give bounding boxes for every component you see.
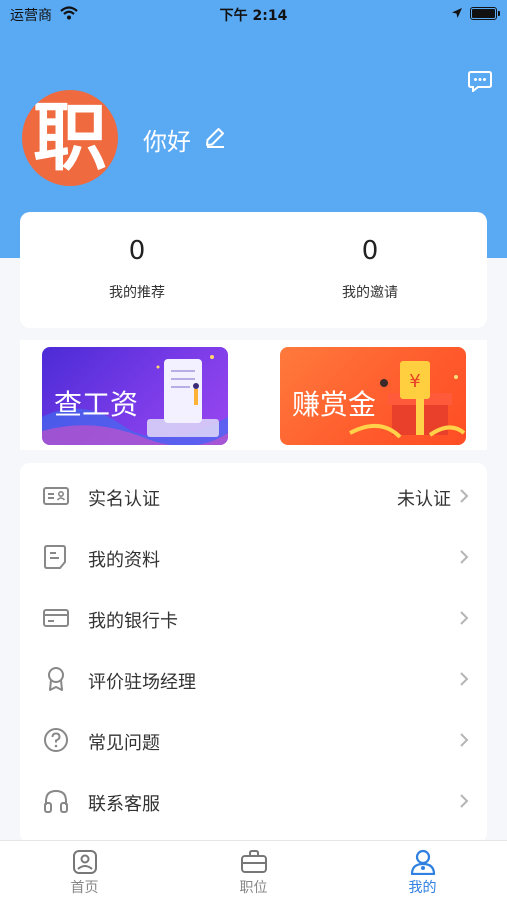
document-icon [44,545,66,569]
stats-card: 0 我的推荐 0 我的邀请 [20,212,487,328]
chevron-right-icon [460,550,469,564]
stat-invite[interactable]: 0 我的邀请 [253,212,487,302]
user-icon [410,849,436,875]
chevron-right-icon [460,611,469,625]
home-icon [73,850,97,874]
stat-recommend-value: 0 [128,236,146,266]
menu-label: 评价驻场经理 [88,672,196,693]
menu-item-bank-card[interactable]: 我的银行卡 [20,587,487,648]
status-bar: 运营商 下午 2:14 [0,0,507,28]
menu-item-real-name-auth[interactable]: 实名认证 未认证 [20,465,487,526]
auth-status-value: 未认证 [397,489,451,510]
tab-mine[interactable]: 我的 [338,841,507,900]
menu-item-contact-support[interactable]: 联系客服 [20,770,487,831]
battery-icon [470,7,500,20]
chevron-right-icon [460,794,469,808]
tab-label: 职位 [239,880,268,896]
menu-label: 常见问题 [88,733,160,754]
tab-jobs[interactable]: 职位 [169,841,338,900]
menu-label: 联系客服 [88,794,160,815]
check-salary-banner[interactable]: 查工资 [42,347,228,445]
greeting-text: 你好 [143,128,191,156]
chevron-right-icon [460,489,469,503]
avatar[interactable]: 职 [22,90,118,186]
stat-invite-label: 我的邀请 [342,285,398,301]
menu-label: 我的银行卡 [88,611,178,632]
bank-card-icon [43,609,69,627]
stat-invite-value: 0 [361,236,379,266]
edit-pencil-icon[interactable] [204,126,226,148]
menu-label: 我的资料 [88,550,160,571]
chevron-right-icon [460,733,469,747]
message-icon[interactable] [468,70,492,92]
briefcase-icon [241,850,267,873]
check-salary-label: 查工资 [54,388,139,421]
tab-label: 我的 [408,880,437,896]
status-time: 下午 2:14 [219,8,288,24]
award-icon [48,667,64,691]
chevron-right-icon [460,672,469,686]
avatar-logo-text: 职 [33,95,107,181]
menu-item-rate-manager[interactable]: 评价驻场经理 [20,648,487,709]
location-arrow-icon [452,8,462,18]
headphones-icon [44,789,68,813]
id-card-icon [43,487,69,505]
stat-recommend[interactable]: 0 我的推荐 [20,212,254,302]
earn-reward-label: 赚赏金 [292,388,377,421]
menu-item-my-profile[interactable]: 我的资料 [20,526,487,587]
earn-reward-banner[interactable]: ¥ 赚赏金 [280,347,466,445]
bottom-tab-bar: 首页 职位 我的 [0,840,507,900]
tab-home[interactable]: 首页 [0,841,169,900]
svg-text:¥: ¥ [409,371,420,392]
question-icon [44,728,68,752]
settings-menu: 实名认证 未认证 我的资料 我的银行卡 评价驻场经理 常见问题 联系客服 [20,463,487,843]
stat-recommend-label: 我的推荐 [109,285,165,301]
tab-label: 首页 [70,880,99,896]
menu-item-faq[interactable]: 常见问题 [20,709,487,770]
menu-label: 实名认证 [88,489,160,510]
